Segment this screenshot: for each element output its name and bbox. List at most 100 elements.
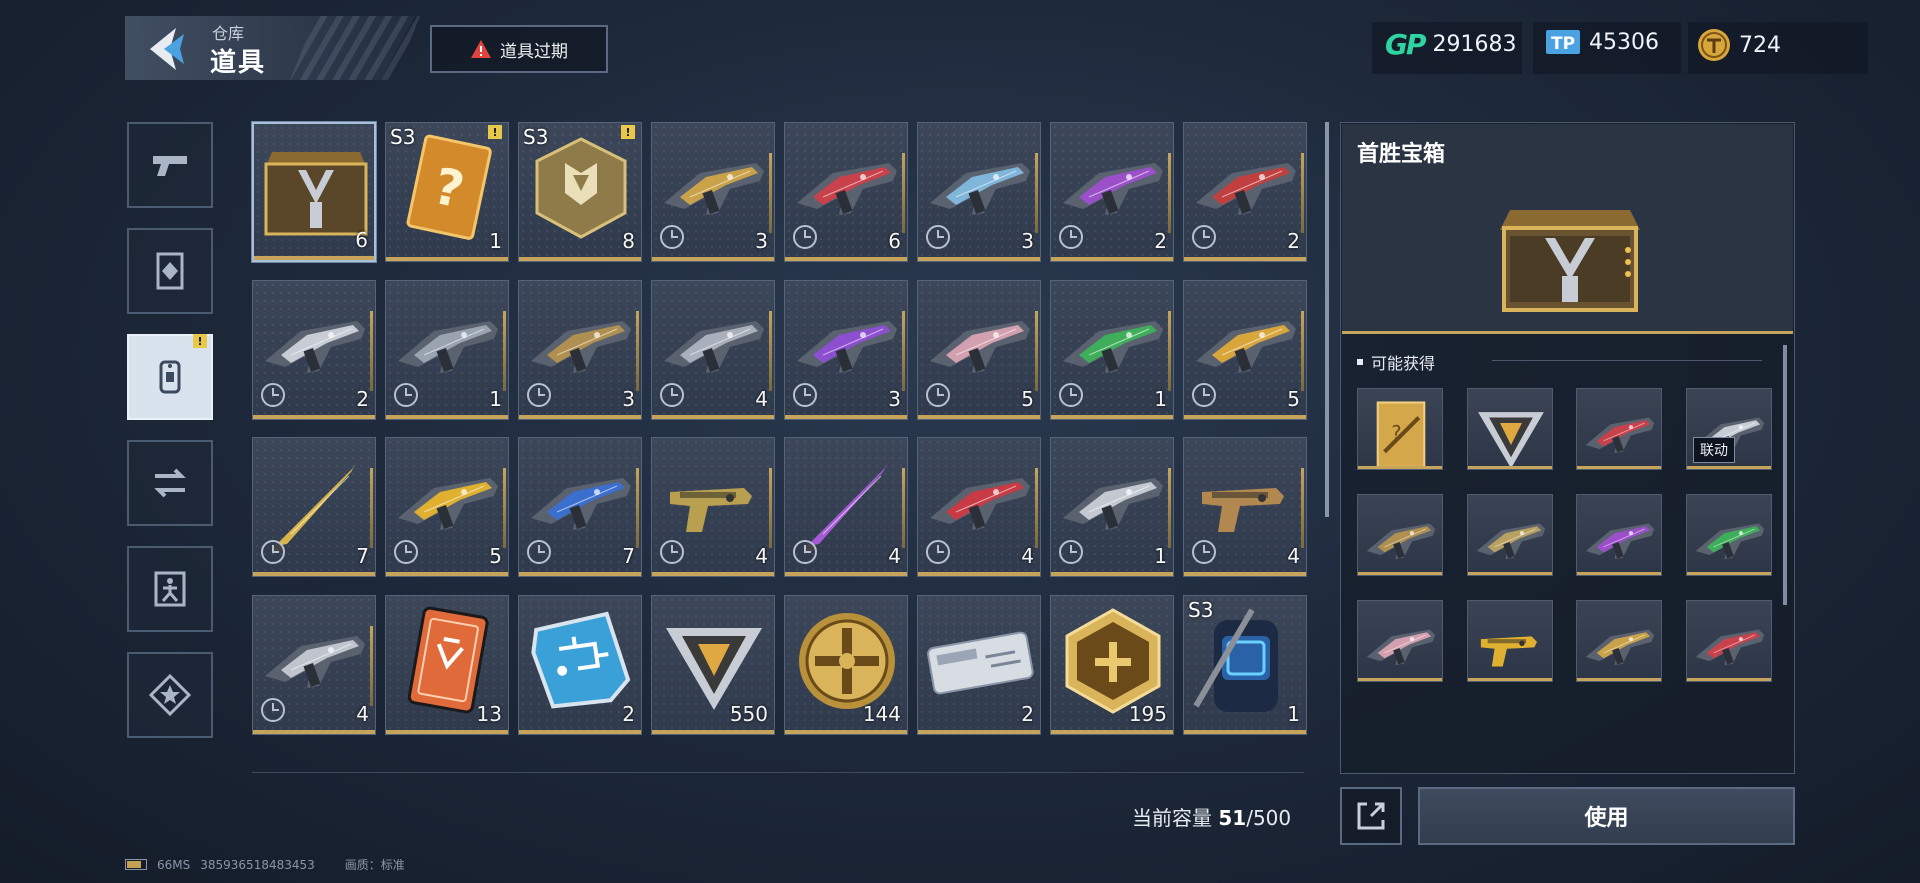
clock-icon — [394, 383, 418, 407]
rarity-bar — [370, 626, 373, 706]
slot-accent-bar — [1184, 257, 1306, 261]
item-slot[interactable]: 1 — [1050, 437, 1174, 577]
tab-exchange[interactable] — [127, 440, 213, 526]
reward-slot[interactable]: 联动 — [1686, 388, 1772, 470]
rarity-bar — [1035, 153, 1038, 233]
item-slot[interactable]: 4 — [252, 595, 376, 735]
expired-items-label: 道具过期 — [500, 41, 568, 62]
item-slot[interactable]: 2 — [1050, 122, 1174, 262]
rarity-bar — [769, 311, 772, 391]
item-slot[interactable]: 195 — [1050, 595, 1174, 735]
slot-accent-bar — [785, 572, 907, 576]
pistol-icon — [153, 156, 187, 176]
item-slot[interactable]: 5 — [917, 280, 1041, 420]
tab-character[interactable] — [127, 546, 213, 632]
item-slot[interactable]: 4 — [1183, 437, 1307, 577]
reward-slot[interactable] — [1357, 494, 1443, 576]
clock-icon — [1059, 540, 1083, 564]
item-count: 2 — [1021, 702, 1034, 726]
reward-slot[interactable] — [1357, 600, 1443, 682]
reward-accent-bar — [1468, 572, 1552, 575]
item-slot[interactable]: 6 — [784, 122, 908, 262]
reward-slot[interactable] — [1467, 388, 1553, 470]
item-slot[interactable]: 1 — [385, 280, 509, 420]
item-slot[interactable]: 2 — [252, 280, 376, 420]
possible-rewards-text: 可能获得 — [1371, 354, 1436, 373]
expired-items-button[interactable]: 道具过期 — [430, 25, 608, 73]
tab-items[interactable]: ! — [127, 334, 213, 420]
clock-icon — [793, 540, 817, 564]
gold-coin-icon — [793, 606, 901, 716]
item-slot[interactable]: 13 — [385, 595, 509, 735]
reward-slot[interactable] — [1576, 388, 1662, 470]
item-slot[interactable]: 7 — [252, 437, 376, 577]
clock-icon — [261, 383, 285, 407]
item-slot[interactable]: 3 — [917, 122, 1041, 262]
gold-coin-icon — [1698, 29, 1730, 61]
reward-slot[interactable] — [1686, 600, 1772, 682]
share-button[interactable] — [1340, 787, 1402, 845]
item-count: 4 — [1287, 544, 1300, 568]
reward-slot[interactable] — [1467, 494, 1553, 576]
item-slot[interactable]: 3 — [784, 280, 908, 420]
reward-slot[interactable] — [1686, 494, 1772, 576]
reward-slot[interactable]: ? — [1357, 388, 1443, 470]
reward-accent-bar — [1577, 466, 1661, 469]
item-slot[interactable]: 7 — [518, 437, 642, 577]
item-count: 2 — [1287, 229, 1300, 253]
tab-items-alert-badge: ! — [193, 334, 207, 348]
item-count: 4 — [755, 387, 768, 411]
slot-accent-bar — [785, 257, 907, 261]
reward-accent-bar — [1358, 572, 1442, 575]
item-slot[interactable]: 4 — [784, 437, 908, 577]
clock-icon — [1059, 383, 1083, 407]
clock-icon — [1192, 225, 1216, 249]
item-slot[interactable]: S3 1 — [1183, 595, 1307, 735]
use-button[interactable]: 使用 — [1418, 787, 1795, 845]
possible-rewards-divider — [1492, 360, 1762, 361]
item-slot[interactable]: 5 — [1183, 280, 1307, 420]
item-slot[interactable]: 2 — [1183, 122, 1307, 262]
slot-accent-bar — [1184, 730, 1306, 734]
item-slot[interactable]: 4 — [917, 437, 1041, 577]
tab-weapons[interactable] — [127, 122, 213, 208]
item-count: 195 — [1128, 702, 1167, 726]
clock-icon — [261, 698, 285, 722]
slot-accent-bar — [1184, 415, 1306, 419]
item-slot[interactable]: 3 — [651, 122, 775, 262]
item-slot[interactable]: 4 — [651, 280, 775, 420]
orange-card-icon — [394, 606, 502, 716]
coin-currency: 724 — [1697, 28, 1781, 62]
slot-accent-bar — [652, 730, 774, 734]
item-slot[interactable]: 144 — [784, 595, 908, 735]
reward-accent-bar — [1687, 572, 1771, 575]
item-slot[interactable]: 6 — [252, 122, 376, 262]
item-slot[interactable]: 2 — [917, 595, 1041, 735]
item-slot[interactable]: 4 — [651, 437, 775, 577]
rifle-icon — [1583, 397, 1657, 463]
rarity-bar — [636, 468, 639, 548]
clock-icon — [926, 383, 950, 407]
item-slot[interactable]: 2 — [518, 595, 642, 735]
grid-scrollbar[interactable] — [1325, 122, 1329, 517]
reward-slot[interactable] — [1576, 600, 1662, 682]
back-button[interactable] — [140, 24, 196, 74]
item-count: 4 — [356, 702, 369, 726]
clock-icon — [261, 540, 285, 564]
rewards-scrollbar[interactable] — [1783, 345, 1787, 605]
slot-accent-bar — [386, 257, 508, 261]
item-slot[interactable]: 1 — [1050, 280, 1174, 420]
item-slot[interactable]: ? S3! 1 — [385, 122, 509, 262]
pistol-icon — [1474, 609, 1548, 675]
item-slot[interactable]: S3! 8 — [518, 122, 642, 262]
tab-cards[interactable] — [127, 228, 213, 314]
reward-slot[interactable] — [1467, 600, 1553, 682]
item-slot[interactable]: 550 — [651, 595, 775, 735]
reward-slot[interactable] — [1576, 494, 1662, 576]
capacity-label: 当前容量 — [1132, 806, 1212, 830]
figure-icon — [154, 571, 186, 607]
tab-favorites[interactable] — [127, 652, 213, 738]
item-slot[interactable]: 3 — [518, 280, 642, 420]
ping-text: 66MS — [157, 857, 191, 872]
item-slot[interactable]: 5 — [385, 437, 509, 577]
